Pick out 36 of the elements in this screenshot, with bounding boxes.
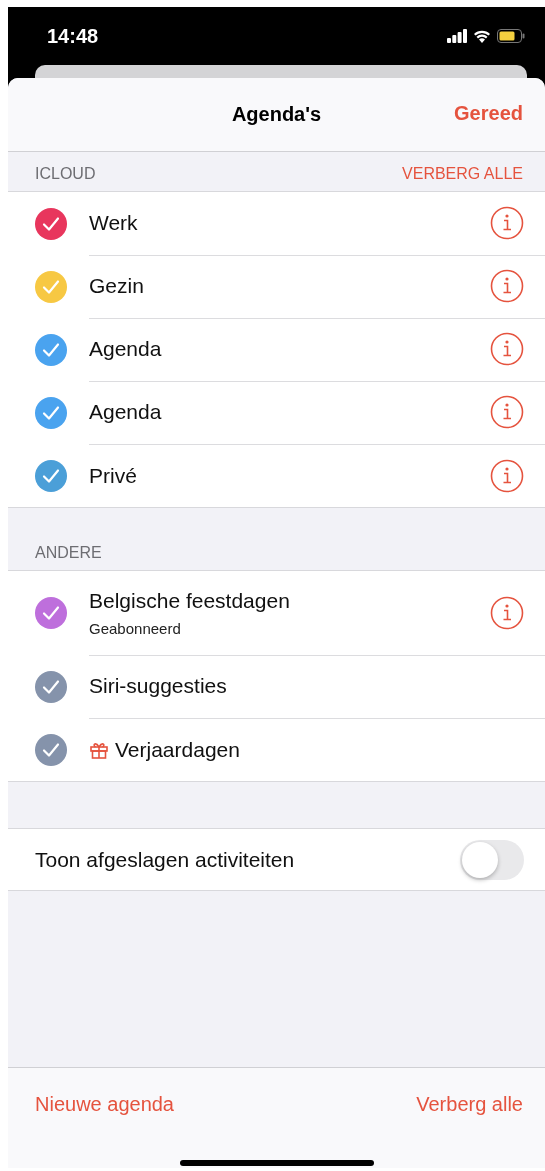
checkbox[interactable] bbox=[35, 333, 67, 366]
wifi-icon bbox=[473, 29, 491, 43]
new-calendar-link[interactable]: Nieuwe agenda bbox=[35, 1092, 174, 1116]
info-icon[interactable] bbox=[490, 332, 524, 366]
toggle-switch[interactable] bbox=[460, 839, 524, 880]
calendar-name: Gezin bbox=[89, 274, 144, 298]
calendar-name: Agenda bbox=[89, 400, 162, 424]
checkbox[interactable] bbox=[35, 670, 67, 703]
hide-all-button[interactable]: VERBERG ALLE bbox=[402, 165, 523, 183]
status-time: 14:48 bbox=[47, 24, 99, 48]
checkbox[interactable] bbox=[35, 207, 67, 240]
calendar-name: Werk bbox=[89, 211, 138, 235]
info-icon[interactable] bbox=[490, 395, 524, 429]
calendar-subtitle: Geabonneerd bbox=[89, 619, 182, 637]
checkbox[interactable] bbox=[35, 733, 67, 766]
section-header: ICLOUD bbox=[35, 165, 96, 183]
hide-all-link[interactable]: Verberg alle bbox=[416, 1092, 523, 1116]
info-icon[interactable] bbox=[490, 206, 524, 240]
calendar-name: Siri-suggesties bbox=[89, 674, 227, 698]
calendar-name: Agenda bbox=[89, 337, 162, 361]
calendar-name: Privé bbox=[89, 463, 137, 488]
info-icon[interactable] bbox=[490, 458, 524, 493]
calendar-name: Belgische feestdagen bbox=[89, 588, 290, 613]
battery-icon bbox=[497, 29, 525, 43]
calendar-name: Verjaardagen bbox=[115, 737, 240, 762]
signal-icon bbox=[447, 29, 467, 43]
info-icon[interactable] bbox=[490, 595, 524, 630]
sheet-title: Agenda's bbox=[231, 103, 322, 126]
checkbox[interactable] bbox=[35, 597, 67, 629]
toggle-label: Toon afgeslagen activiteiten bbox=[35, 847, 295, 872]
checkbox[interactable] bbox=[35, 459, 67, 492]
checkbox[interactable] bbox=[35, 396, 67, 429]
checkbox[interactable] bbox=[35, 270, 67, 303]
section-header: ANDERE bbox=[35, 544, 102, 562]
info-icon[interactable] bbox=[490, 269, 524, 303]
done-button[interactable]: Gereed bbox=[454, 102, 523, 125]
